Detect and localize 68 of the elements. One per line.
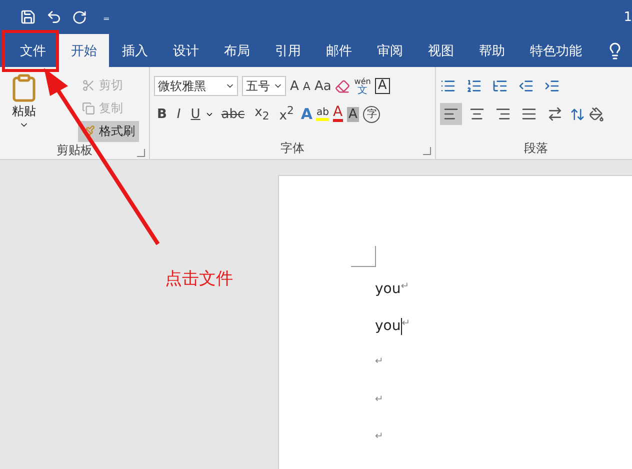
align-button[interactable] [440, 103, 462, 125]
save-icon[interactable] [20, 9, 36, 25]
character-shading-button[interactable]: A [346, 106, 360, 122]
ribbon-tab[interactable]: 审阅 [365, 34, 415, 67]
character-border-button[interactable]: A [374, 78, 390, 94]
format-button[interactable]: x$_{2}$ [252, 105, 272, 123]
launcher-icon[interactable] [137, 149, 145, 157]
format-button[interactable]: B [154, 106, 170, 122]
format-button[interactable]: x$^{2}$ [276, 104, 297, 124]
ribbon-tab[interactable]: 帮助 [467, 34, 517, 67]
ribbon-tab[interactable]: 开始 [59, 34, 109, 67]
highlight-rectangle [2, 30, 59, 72]
launcher-icon[interactable] [423, 147, 431, 155]
line-spacing-icon[interactable] [570, 106, 585, 122]
text-effects-button[interactable]: A [300, 105, 312, 123]
ribbon-tab[interactable]: 特色功能 [518, 34, 594, 67]
align-center-icon [469, 106, 485, 122]
change-case-button[interactable]: Aa [314, 78, 332, 94]
margin-corner-mark [351, 246, 376, 267]
bullet-list-icon[interactable] [440, 78, 456, 94]
format-button[interactable]: U [188, 106, 214, 122]
eraser-icon[interactable] [335, 78, 350, 94]
multilevel-list-icon[interactable] [492, 78, 508, 94]
paragraph-mark: ↵ [375, 394, 384, 405]
align-right-icon [495, 106, 511, 122]
scissors-icon [82, 79, 95, 92]
paragraph-text: you [375, 318, 401, 334]
ribbon-tab[interactable]: 文件 [8, 34, 58, 67]
decrease-indent-icon[interactable] [518, 78, 534, 94]
ribbon-tab[interactable]: 布局 [212, 34, 262, 67]
painter-button[interactable]: 格式刷 [78, 121, 139, 142]
ribbon-tab[interactable]: 邮件 [314, 34, 364, 67]
align-left-icon [443, 106, 459, 122]
window-title: 1 [624, 10, 632, 24]
font-size-field[interactable]: 五号 [242, 76, 286, 96]
paragraph-mark: ↵ [375, 431, 384, 442]
grow-font-button[interactable]: A [290, 78, 299, 94]
shrink-font-button[interactable]: A [302, 80, 310, 92]
enclose-character-button[interactable]: 字 [363, 106, 380, 122]
align-justify-icon [521, 106, 537, 122]
paragraph-mark: ↵ [375, 356, 384, 368]
customize-toolbar-button[interactable]: ₌ [103, 10, 110, 24]
group-label: 字体 [280, 140, 304, 156]
copy-icon [82, 102, 95, 115]
ribbon-tab[interactable]: 引用 [263, 34, 313, 67]
redo-icon[interactable] [72, 10, 87, 24]
paste-button[interactable]: 粘贴 [4, 73, 44, 142]
paintbrush-icon [82, 125, 95, 138]
undo-icon[interactable] [46, 9, 62, 25]
paragraph-text: you [375, 280, 401, 297]
font-color-button[interactable]: A [332, 106, 343, 122]
increase-indent-icon[interactable] [544, 78, 560, 94]
paragraph-mark: ↵ [402, 318, 410, 330]
ribbon-tab[interactable]: 设计 [161, 34, 211, 67]
font-name-field[interactable]: 微软雅黑 [154, 76, 238, 96]
ribbon-tab[interactable]: 视图 [416, 34, 466, 67]
annotation-text: 点击文件 [165, 268, 233, 290]
format-button[interactable]: abc [218, 106, 248, 122]
paragraph-mark: ↵ [400, 280, 410, 292]
format-button[interactable]: I [174, 106, 184, 122]
paint-bucket-icon[interactable] [589, 106, 604, 122]
paste-label: 粘贴 [12, 103, 36, 120]
phonetic-guide-button[interactable]: wén 文 [354, 77, 371, 95]
numbered-list-icon[interactable] [466, 78, 482, 94]
group-label: 段落 [524, 140, 548, 156]
ribbon-tab[interactable]: 插入 [110, 34, 160, 67]
group-label: 剪贴板 [56, 142, 92, 159]
highlight-button[interactable]: ab [316, 107, 329, 121]
